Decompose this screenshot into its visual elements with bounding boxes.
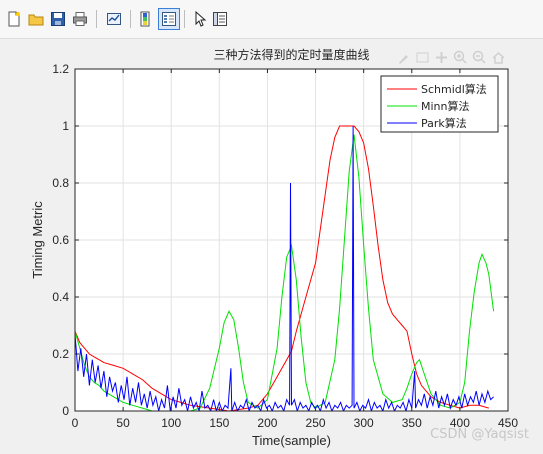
- y-tick-label: 0.4: [52, 290, 69, 304]
- insert-colorbar-icon[interactable]: [136, 9, 156, 29]
- x-tick-label: 100: [161, 416, 181, 430]
- new-file-icon[interactable]: [4, 9, 24, 29]
- open-folder-icon[interactable]: [26, 9, 46, 29]
- axes-toolbar: [396, 50, 506, 65]
- pointer-icon[interactable]: [190, 9, 210, 29]
- x-tick-label: 300: [354, 416, 374, 430]
- x-tick-label: 50: [116, 416, 130, 430]
- save-icon[interactable]: [48, 9, 68, 29]
- y-tick-label: 0.2: [52, 347, 69, 361]
- zoom-in-icon[interactable]: [453, 50, 468, 65]
- y-tick-label: 0.6: [52, 233, 69, 247]
- pan-icon[interactable]: [434, 50, 449, 65]
- legend-label-1: Schmidl算法: [421, 82, 487, 96]
- watermark: CSDN @Yaqsist: [430, 427, 529, 442]
- y-tick-label: 0.8: [52, 176, 69, 190]
- toolbar-separator: [184, 10, 185, 28]
- toolbar-separator: [130, 10, 131, 28]
- y-tick-label: 1: [62, 119, 69, 133]
- chart-title: 三种方法得到的定时量度曲线: [213, 47, 369, 62]
- timing-metric-chart: 0 50 100 150 200 250 300 350 400 45000.20.40.60.8…: [30, 47, 518, 448]
- datatip-icon[interactable]: [415, 50, 430, 65]
- print-icon[interactable]: [70, 9, 90, 29]
- y-tick-label: 0: [62, 404, 69, 418]
- legend-label-3: Park算法: [421, 116, 467, 130]
- insert-legend-icon[interactable]: [158, 8, 180, 30]
- zoom-out-icon[interactable]: [472, 50, 487, 65]
- y-tick-label: 1.2: [52, 62, 69, 76]
- figure-toolbar: [0, 0, 543, 39]
- y-axis-label: Timing Metric: [30, 201, 45, 279]
- legend-label-2: Minn算法: [421, 99, 470, 113]
- x-tick-label: 0: [72, 416, 79, 430]
- figure-canvas: 0 50 100 150 200 250 300 350 400 450 0 0.2 0.4 0.6 0.8…: [0, 39, 543, 454]
- property-inspector-icon[interactable]: [210, 9, 230, 29]
- x-tick-label: 350: [402, 416, 422, 430]
- x-tick-label: 200: [257, 416, 277, 430]
- brush-icon[interactable]: [396, 50, 411, 65]
- toolbar-separator: [96, 10, 97, 28]
- home-icon[interactable]: [491, 50, 506, 65]
- x-tick-label: 150: [209, 416, 229, 430]
- link-plot-icon[interactable]: [104, 9, 124, 29]
- x-axis-label: Time(sample): [252, 433, 331, 448]
- x-tick-label: 250: [306, 416, 326, 430]
